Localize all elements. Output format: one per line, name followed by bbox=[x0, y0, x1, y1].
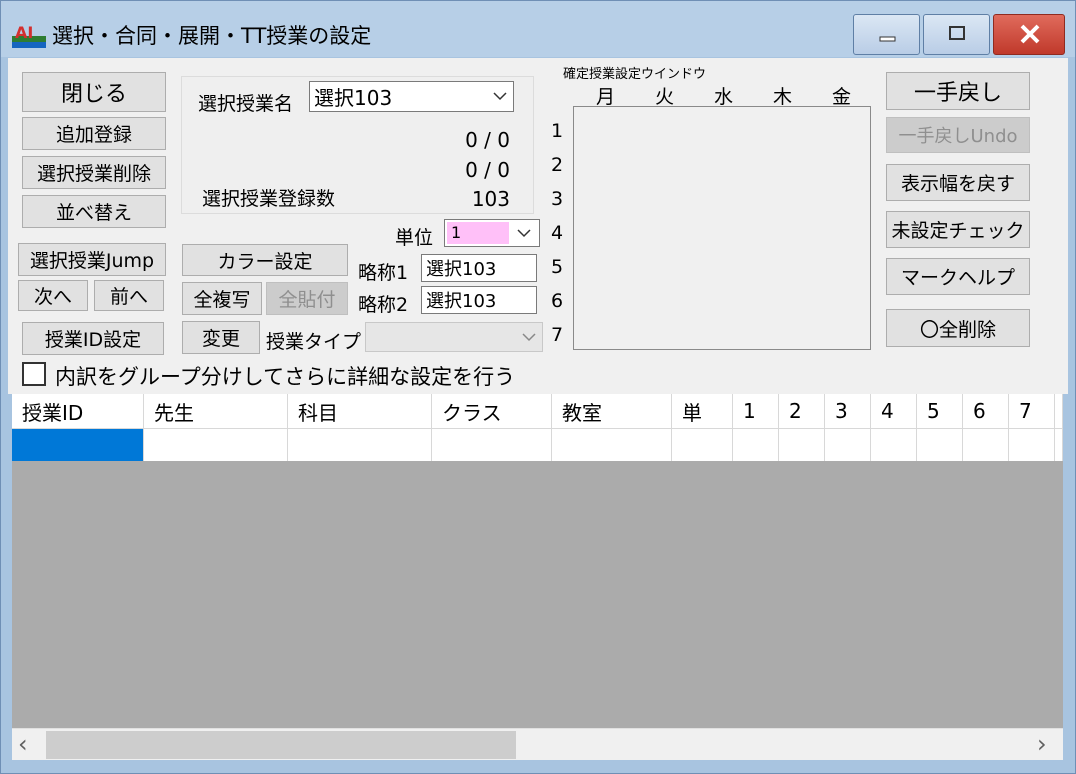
table-cell[interactable] bbox=[144, 429, 288, 461]
abbr2-label: 略称2 bbox=[358, 294, 409, 316]
table-cell[interactable] bbox=[432, 429, 552, 461]
table-cell[interactable] bbox=[825, 429, 871, 461]
unit-label: 単位 bbox=[395, 227, 434, 249]
reset-width-button[interactable]: 表示幅を戻す bbox=[886, 164, 1030, 201]
add-register-button[interactable]: 追加登録 bbox=[22, 117, 166, 150]
col-header-subject[interactable]: 科目 bbox=[288, 394, 432, 429]
col-header-lesson-id[interactable]: 授業ID bbox=[12, 394, 144, 429]
color-setting-button[interactable]: カラー設定 bbox=[182, 244, 348, 276]
period-4: 4 bbox=[551, 222, 564, 244]
selection-name-label: 選択授業名 bbox=[198, 93, 294, 115]
detail-group-checkbox-label: 内訳をグループ分けしてさらに詳細な設定を行う bbox=[55, 365, 516, 389]
col-header-p6[interactable]: 6 bbox=[963, 394, 1009, 429]
table-cell[interactable] bbox=[288, 429, 432, 461]
close-icon bbox=[1020, 24, 1040, 44]
registered-count-value: 103 bbox=[471, 187, 510, 211]
day-thu: 木 bbox=[773, 86, 793, 108]
minimize-icon bbox=[879, 36, 896, 42]
paste-all-button[interactable]: 全貼付 bbox=[266, 282, 348, 315]
table-cell bbox=[1055, 429, 1063, 461]
chevron-down-icon bbox=[516, 323, 542, 351]
sort-button[interactable]: 並べ替え bbox=[22, 195, 166, 228]
period-6: 6 bbox=[551, 290, 564, 312]
count-2: 0 / 0 bbox=[465, 158, 510, 182]
unit-value: 1 bbox=[447, 222, 509, 244]
unset-check-button[interactable]: 未設定チェック bbox=[886, 211, 1030, 248]
col-header-p3[interactable]: 3 bbox=[825, 394, 871, 429]
col-header-p5[interactable]: 5 bbox=[917, 394, 963, 429]
minimize-button[interactable] bbox=[853, 14, 920, 55]
period-5: 5 bbox=[551, 256, 564, 278]
abbr2-field[interactable]: 選択103 bbox=[421, 286, 537, 314]
undo-button[interactable]: 一手戻し bbox=[886, 72, 1030, 110]
maximize-button[interactable] bbox=[923, 14, 990, 55]
undo-undo-button[interactable]: 一手戻しUndo bbox=[886, 117, 1030, 153]
scroll-left-icon[interactable]: ‹ bbox=[18, 731, 28, 757]
next-button[interactable]: 次へ bbox=[18, 280, 88, 311]
col-header-filler bbox=[1055, 394, 1063, 429]
abbr1-label: 略称1 bbox=[358, 262, 409, 284]
registered-count-label: 選択授業登録数 bbox=[202, 188, 336, 210]
maximize-icon bbox=[949, 26, 965, 40]
detail-group-checkbox[interactable] bbox=[22, 362, 46, 386]
abbr1-field[interactable]: 選択103 bbox=[421, 254, 537, 282]
day-mon: 月 bbox=[596, 86, 616, 108]
col-header-p2[interactable]: 2 bbox=[779, 394, 825, 429]
period-1: 1 bbox=[551, 120, 564, 142]
period-7: 7 bbox=[551, 324, 564, 346]
horizontal-scrollbar[interactable]: ‹ › bbox=[12, 728, 1063, 760]
schedule-caption: 確定授業設定ウインドウ bbox=[563, 67, 707, 82]
col-header-teacher[interactable]: 先生 bbox=[144, 394, 288, 429]
col-header-unit[interactable]: 単 bbox=[672, 394, 733, 429]
day-tue: 火 bbox=[655, 86, 675, 108]
lesson-type-combo[interactable] bbox=[365, 322, 543, 352]
mark-help-button[interactable]: マークヘルプ bbox=[886, 258, 1030, 295]
delete-selected-button[interactable]: 選択授業削除 bbox=[22, 156, 166, 189]
count-1: 0 / 0 bbox=[465, 128, 510, 152]
table-cell[interactable] bbox=[552, 429, 672, 461]
close-button[interactable]: 閉じる bbox=[22, 72, 166, 112]
unit-combo[interactable]: 1 bbox=[444, 219, 540, 247]
copy-all-button[interactable]: 全複写 bbox=[182, 282, 262, 315]
table-cell[interactable] bbox=[672, 429, 733, 461]
change-button[interactable]: 変更 bbox=[182, 321, 260, 354]
table-cell[interactable] bbox=[779, 429, 825, 461]
table-cell[interactable] bbox=[733, 429, 779, 461]
schedule-grid[interactable] bbox=[573, 106, 871, 350]
chevron-down-icon bbox=[487, 82, 513, 111]
lesson-id-setting-button[interactable]: 授業ID設定 bbox=[22, 322, 164, 355]
window-title: 選択・合同・展開・TT授業の設定 bbox=[52, 24, 372, 48]
col-header-p1[interactable]: 1 bbox=[733, 394, 779, 429]
close-window-button[interactable] bbox=[993, 14, 1065, 55]
col-header-room[interactable]: 教室 bbox=[552, 394, 672, 429]
col-header-class[interactable]: クラス bbox=[432, 394, 552, 429]
scroll-right-icon[interactable]: › bbox=[1037, 731, 1047, 757]
col-header-p4[interactable]: 4 bbox=[871, 394, 917, 429]
lesson-type-label: 授業タイプ bbox=[266, 331, 362, 353]
delete-all-button[interactable]: 〇全削除 bbox=[886, 309, 1030, 347]
period-3: 3 bbox=[551, 188, 564, 210]
app-logo-icon: AI bbox=[12, 23, 46, 48]
jump-button[interactable]: 選択授業Jump bbox=[18, 243, 166, 276]
period-2: 2 bbox=[551, 154, 564, 176]
table-cell[interactable] bbox=[1009, 429, 1055, 461]
lesson-table[interactable]: 授業ID 先生 科目 クラス 教室 単 1 2 3 4 5 6 7 bbox=[12, 394, 1063, 760]
prev-button[interactable]: 前へ bbox=[94, 280, 164, 311]
col-header-p7[interactable]: 7 bbox=[1009, 394, 1055, 429]
table-cell[interactable] bbox=[963, 429, 1009, 461]
selection-name-value: 選択103 bbox=[314, 86, 393, 110]
chevron-down-icon bbox=[511, 220, 537, 246]
selection-name-combo[interactable]: 選択103 bbox=[309, 81, 514, 112]
day-fri: 金 bbox=[832, 86, 852, 108]
table-cell[interactable] bbox=[871, 429, 917, 461]
table-cell[interactable] bbox=[917, 429, 963, 461]
scrollbar-thumb[interactable] bbox=[46, 731, 516, 759]
table-cell-selected[interactable] bbox=[12, 429, 144, 461]
day-wed: 水 bbox=[714, 86, 734, 108]
svg-text:AI: AI bbox=[15, 23, 33, 42]
